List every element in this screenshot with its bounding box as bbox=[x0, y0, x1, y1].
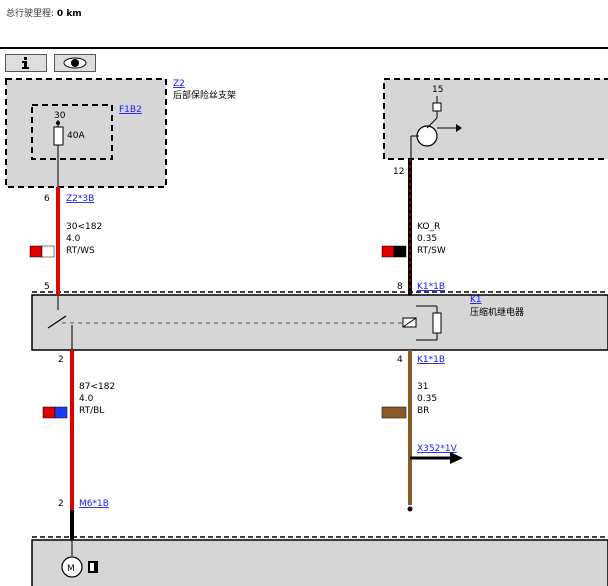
color-swatch-br bbox=[381, 406, 407, 419]
m6-1b-link[interactable]: M6*1B bbox=[79, 499, 109, 509]
left-bottom-gauge: 4.0 bbox=[79, 394, 94, 404]
k1-1b-bottom-link[interactable]: K1*1B bbox=[417, 355, 445, 365]
z2-fuse-carrier-box bbox=[5, 78, 167, 188]
left-top-signal: 30<182 bbox=[66, 222, 102, 232]
fuse-pin-label: 30 bbox=[54, 111, 66, 121]
k1-name: 压缩机继电器 bbox=[470, 306, 524, 318]
right-box-pin: 15 bbox=[432, 85, 443, 95]
right-bottom-gauge: 0.35 bbox=[417, 394, 437, 404]
left-k1-pin: 5 bbox=[44, 282, 50, 292]
z2-link[interactable]: Z2 bbox=[173, 79, 185, 89]
color-swatch-ws bbox=[41, 245, 55, 258]
color-swatch-rt3 bbox=[42, 406, 56, 419]
svg-text:M: M bbox=[67, 564, 75, 574]
right-top-pin: 12 bbox=[393, 167, 404, 177]
z2-name: 后部保险丝支架 bbox=[173, 89, 236, 101]
f1b2-link[interactable]: F1B2 bbox=[119, 105, 142, 115]
z2-3b-link[interactable]: Z2*3B bbox=[66, 194, 94, 204]
right-k1-pin: 8 bbox=[397, 282, 403, 292]
k1-1b-top-link[interactable]: K1*1B bbox=[417, 282, 445, 292]
right-bottom-color: BR bbox=[417, 406, 429, 416]
right-top-signal: KO_R bbox=[417, 222, 440, 232]
left-bottom-signal: 87<182 bbox=[79, 382, 115, 392]
color-swatch-rt bbox=[29, 245, 43, 258]
left-top-pin: 6 bbox=[44, 194, 50, 204]
fuse-rating: 40A bbox=[67, 131, 85, 141]
x352-link[interactable]: X352*1V bbox=[417, 444, 458, 454]
left-top-gauge: 4.0 bbox=[66, 234, 81, 244]
right-bottom-pin: 4 bbox=[397, 355, 403, 365]
right-top-gauge: 0.35 bbox=[417, 234, 437, 244]
right-top-color: RT/SW bbox=[417, 246, 446, 256]
k1-link[interactable]: K1 bbox=[470, 295, 482, 305]
left-bottom-pin: 2 bbox=[58, 355, 64, 365]
left-top-color: RT/WS bbox=[66, 246, 95, 256]
color-swatch-bl bbox=[54, 406, 68, 419]
wiring-diagram: Z2 后部保险丝支架 F1B2 30 40A 15 K1 压缩机继电器 6 Z2… bbox=[5, 78, 608, 586]
color-swatch-sw bbox=[393, 245, 407, 258]
m6-motor-box bbox=[31, 539, 608, 586]
right-bottom-signal: 31 bbox=[417, 382, 428, 392]
motor-pin: 2 bbox=[58, 499, 64, 509]
color-swatch-rt2 bbox=[381, 245, 395, 258]
left-bottom-color: RT/BL bbox=[79, 406, 104, 416]
control-unit-box bbox=[383, 78, 608, 160]
ground-point bbox=[407, 506, 413, 512]
